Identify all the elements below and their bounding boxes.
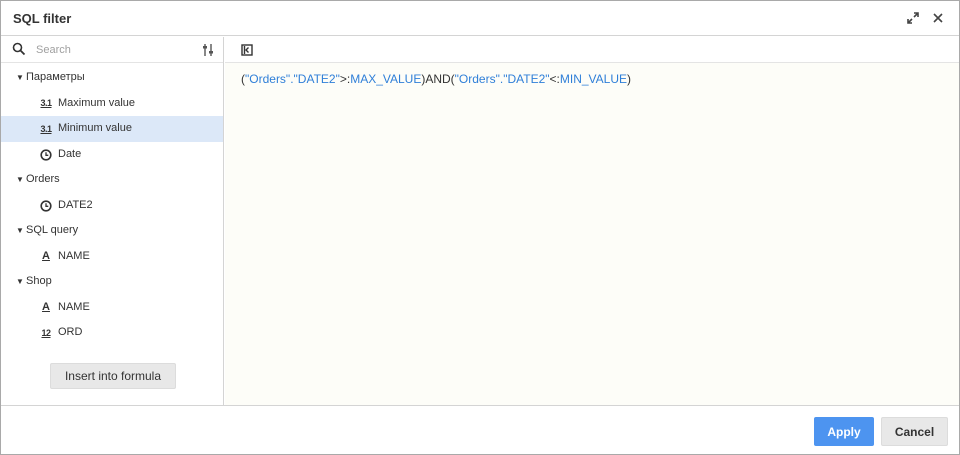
tree-item-label: ORD <box>58 326 83 338</box>
close-icon[interactable] <box>931 11 945 25</box>
tree-item-label: Minimum value <box>58 122 132 134</box>
formula-text[interactable]: ("Orders"."DATE2">:MAX_VALUE)AND("Orders… <box>241 72 631 86</box>
expand-arrow-icon: ▼ <box>16 175 24 184</box>
collapse-panel-icon[interactable] <box>241 44 253 56</box>
formula-token-operator: <: <box>549 72 560 86</box>
numeric-icon: 3.1 <box>40 98 52 108</box>
tree-group-label: Orders <box>26 173 60 185</box>
insert-into-formula-button[interactable]: Insert into formula <box>50 363 176 389</box>
tree-group-shop[interactable]: ▼ Shop <box>1 269 223 295</box>
editor-toolbar <box>225 37 959 63</box>
tree-item-minimum-value[interactable]: 3.1 Minimum value <box>1 116 223 142</box>
formula-token-parameter: MAX_VALUE <box>350 72 422 86</box>
formula-token: ) <box>627 72 632 86</box>
tree-group-label: SQL query <box>26 224 79 236</box>
expand-icon[interactable] <box>906 11 920 25</box>
tree-item-maximum-value[interactable]: 3.1 Maximum value <box>1 91 223 117</box>
formula-token-table: "Orders" <box>454 72 500 86</box>
formula-token: )AND( <box>421 72 455 86</box>
tree-group-label: Shop <box>26 275 52 287</box>
formula-token-table: "Orders" <box>245 72 291 86</box>
expand-arrow-icon: ▼ <box>16 73 24 82</box>
text-icon: A <box>42 301 50 313</box>
tree-item-label: NAME <box>58 300 90 313</box>
numeric-icon: 3.1 <box>40 123 52 134</box>
formula-token-field: "DATE2" <box>293 72 340 86</box>
formula-token-parameter: MIN_VALUE <box>559 72 628 86</box>
dialog-title: SQL filter <box>13 11 72 26</box>
tree-item-label: DATE2 <box>58 198 93 211</box>
formula-editor: ("Orders"."DATE2">:MAX_VALUE)AND("Orders… <box>225 37 959 405</box>
title-bar: SQL filter <box>1 1 959 36</box>
search-icon <box>12 42 26 56</box>
tree-item-label: Maximum value <box>58 96 136 109</box>
apply-button[interactable]: Apply <box>814 417 874 446</box>
tree-item-ord[interactable]: 12 ORD <box>1 320 223 346</box>
date-icon <box>39 199 53 213</box>
tree-item-label: Date <box>58 147 82 160</box>
tree-item-date2[interactable]: DATE2 <box>1 193 223 219</box>
cancel-button[interactable]: Cancel <box>881 417 948 446</box>
tree-item-name[interactable]: A NAME <box>1 295 223 321</box>
search-bar <box>1 37 223 63</box>
expand-arrow-icon: ▼ <box>16 226 24 235</box>
fields-panel: ▼ Параметры 3.1 Maximum value 3.1 Minimu… <box>1 37 224 405</box>
tree-group-label: Параметры <box>26 71 85 83</box>
date-icon <box>39 148 53 162</box>
sql-filter-dialog: SQL filter ▼ Параметры 3.1 Max <box>0 0 960 455</box>
fields-tree: ▼ Параметры 3.1 Maximum value 3.1 Minimu… <box>1 65 223 346</box>
filter-settings-icon[interactable] <box>201 43 215 57</box>
formula-token-field: "DATE2" <box>503 72 550 86</box>
integer-icon: 12 <box>41 327 51 338</box>
tree-group-sql-query[interactable]: ▼ SQL query <box>1 218 223 244</box>
tree-group-orders[interactable]: ▼ Orders <box>1 167 223 193</box>
tree-group-parameters[interactable]: ▼ Параметры <box>1 65 223 91</box>
formula-token-operator: >: <box>339 72 351 86</box>
tree-item-label: NAME <box>58 249 90 262</box>
tree-item-name[interactable]: A NAME <box>1 244 223 270</box>
dialog-footer: Apply Cancel <box>1 405 959 454</box>
tree-item-date[interactable]: Date <box>1 142 223 168</box>
search-input[interactable] <box>33 40 193 60</box>
text-icon: A <box>42 250 50 262</box>
expand-arrow-icon: ▼ <box>16 277 24 286</box>
